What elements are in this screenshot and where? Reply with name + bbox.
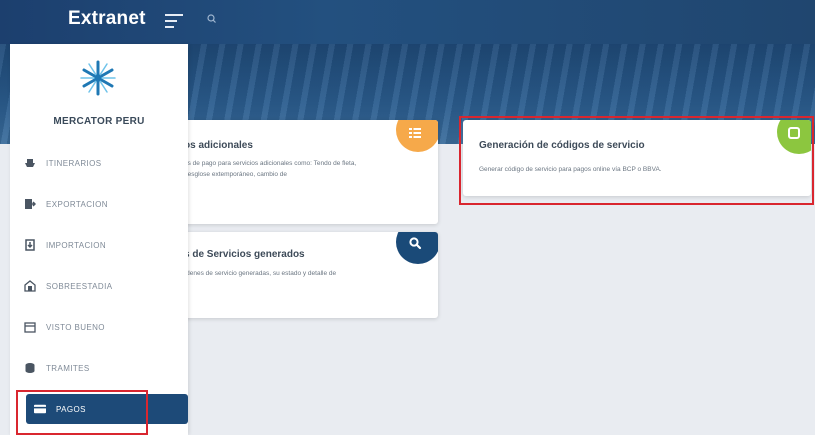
sidebar-item-label: EXPORTACION: [46, 199, 108, 209]
sidebar-item-label: TRAMITES: [46, 363, 90, 373]
company-name: MERCATOR PERU: [53, 116, 145, 127]
menu-toggle-icon[interactable]: [165, 14, 183, 30]
card-servicios-adicionales[interactable]: os adicionales es de pago para servicios…: [178, 120, 438, 224]
sidebar-item-importacion[interactable]: IMPORTACION: [24, 232, 184, 258]
ship-icon: [24, 157, 36, 169]
database-icon: [24, 362, 36, 374]
list-icon-badge: [396, 120, 438, 152]
card-title: os adicionales: [184, 140, 253, 151]
export-icon: [24, 198, 36, 210]
sidebar-item-itinerarios[interactable]: ITINERARIOS: [24, 150, 184, 176]
sidebar-item-label: IMPORTACION: [46, 240, 107, 250]
card-description: es de pago para servicios adicionales co…: [184, 160, 357, 178]
highlight-box-pagos: [16, 390, 148, 435]
search-icon-badge: [396, 232, 438, 264]
sidebar-item-label: VISTO BUENO: [46, 322, 105, 332]
sidebar-item-tramites[interactable]: TRAMITES: [24, 355, 184, 381]
highlight-box-generacion-codigos: [459, 116, 814, 205]
sidebar-item-visto-bueno[interactable]: VISTO BUENO: [24, 314, 184, 340]
search-icon[interactable]: [205, 12, 219, 26]
calendar-icon: [24, 321, 36, 333]
sidebar-item-sobreestadia[interactable]: SOBREESTADIA: [24, 273, 184, 299]
import-icon: [24, 239, 36, 251]
card-servicios-generados[interactable]: s de Servicios generados rdenes de servi…: [178, 232, 438, 318]
sidebar-item-exportacion[interactable]: EXPORTACION: [24, 191, 184, 217]
company-logo-icon: [80, 60, 116, 96]
sidebar-item-label: ITINERARIOS: [46, 158, 102, 168]
card-title: s de Servicios generados: [184, 249, 305, 260]
list-icon: [409, 128, 421, 138]
brand-title: Extranet: [68, 8, 146, 29]
sidebar-item-label: SOBREESTADIA: [46, 281, 113, 291]
card-description: rdenes de servicio generadas, su estado …: [184, 270, 337, 277]
warehouse-icon: [24, 280, 36, 292]
search-icon: [409, 237, 422, 250]
sidebar: MERCATOR PERU ITINERARIOS EXPORTACION IM…: [10, 44, 188, 435]
